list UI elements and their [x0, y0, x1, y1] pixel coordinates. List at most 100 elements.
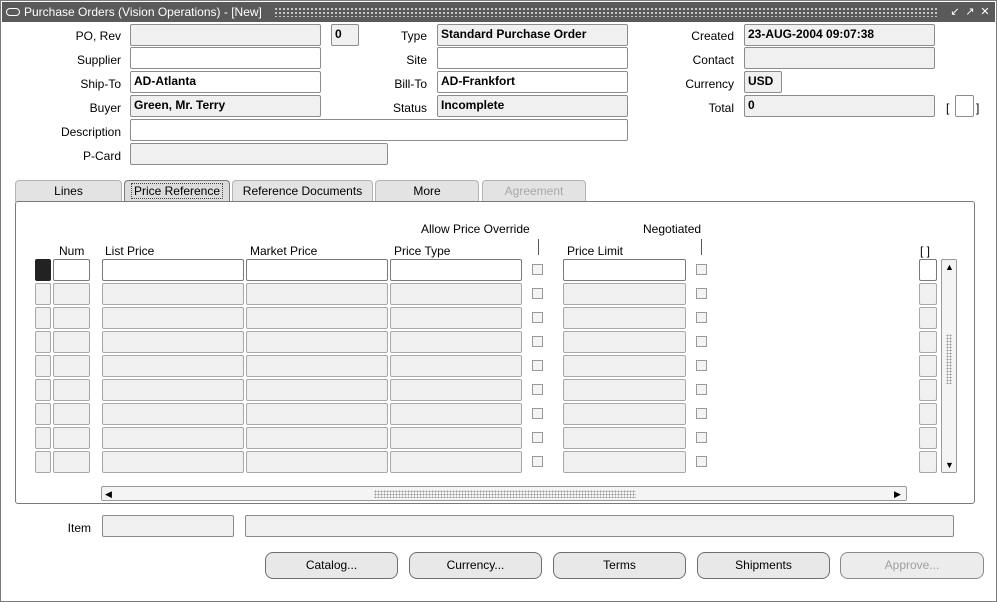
- created-field[interactable]: 23-AUG-2004 09:07:38: [744, 24, 935, 46]
- scroll-down-icon[interactable]: ▼: [945, 460, 954, 470]
- currency-button[interactable]: Currency...: [409, 552, 542, 579]
- market-price-cell[interactable]: [246, 259, 388, 281]
- price-type-cell[interactable]: [390, 355, 522, 377]
- price-limit-cell[interactable]: [563, 427, 686, 449]
- row-selector[interactable]: [35, 427, 51, 449]
- negotiated-checkbox[interactable]: [696, 432, 707, 443]
- tab-more[interactable]: More: [375, 180, 479, 202]
- supplier-field[interactable]: [130, 47, 321, 69]
- type-field[interactable]: Standard Purchase Order: [437, 24, 628, 46]
- price-limit-cell[interactable]: [563, 307, 686, 329]
- price-type-cell[interactable]: [390, 331, 522, 353]
- num-cell[interactable]: [53, 283, 90, 305]
- price-type-cell[interactable]: [390, 451, 522, 473]
- contact-field[interactable]: [744, 47, 935, 69]
- price-limit-cell[interactable]: [563, 403, 686, 425]
- list-price-cell[interactable]: [102, 307, 244, 329]
- row-dff-cell[interactable]: [919, 379, 937, 401]
- num-cell[interactable]: [53, 331, 90, 353]
- scroll-up-icon[interactable]: ▲: [945, 262, 954, 272]
- market-price-cell[interactable]: [246, 283, 388, 305]
- price-limit-cell[interactable]: [563, 331, 686, 353]
- grid-horizontal-scrollbar[interactable]: ◀ ▶: [101, 486, 907, 501]
- bill-to-field[interactable]: AD-Frankfort: [437, 71, 628, 93]
- row-selector[interactable]: [35, 355, 51, 377]
- revision-field[interactable]: 0: [331, 24, 359, 46]
- list-price-cell[interactable]: [102, 403, 244, 425]
- allow-price-override-checkbox[interactable]: [532, 312, 543, 323]
- price-type-cell[interactable]: [390, 403, 522, 425]
- list-price-cell[interactable]: [102, 283, 244, 305]
- row-dff-cell[interactable]: [919, 427, 937, 449]
- title-bar[interactable]: Purchase Orders (Vision Operations) - [N…: [2, 2, 995, 22]
- list-price-cell[interactable]: [102, 331, 244, 353]
- market-price-cell[interactable]: [246, 379, 388, 401]
- row-dff-cell[interactable]: [919, 403, 937, 425]
- negotiated-checkbox[interactable]: [696, 360, 707, 371]
- allow-price-override-checkbox[interactable]: [532, 384, 543, 395]
- item-description-field[interactable]: [245, 515, 954, 537]
- market-price-cell[interactable]: [246, 331, 388, 353]
- minimize-icon[interactable]: ↙: [948, 5, 962, 19]
- list-price-cell[interactable]: [102, 355, 244, 377]
- price-type-cell[interactable]: [390, 427, 522, 449]
- negotiated-checkbox[interactable]: [696, 264, 707, 275]
- catalog-button[interactable]: Catalog...: [265, 552, 398, 579]
- row-selector[interactable]: [35, 451, 51, 473]
- close-icon[interactable]: ✕: [978, 5, 992, 19]
- row-selector[interactable]: [35, 331, 51, 353]
- list-price-cell[interactable]: [102, 259, 244, 281]
- row-dff-cell[interactable]: [919, 451, 937, 473]
- list-price-cell[interactable]: [102, 379, 244, 401]
- item-field[interactable]: [102, 515, 234, 537]
- market-price-cell[interactable]: [246, 427, 388, 449]
- grid-vertical-scrollbar[interactable]: ▲ ▼: [941, 259, 957, 473]
- scroll-right-icon[interactable]: ▶: [894, 489, 901, 499]
- price-type-cell[interactable]: [390, 259, 522, 281]
- list-price-cell[interactable]: [102, 427, 244, 449]
- allow-price-override-checkbox[interactable]: [532, 432, 543, 443]
- scroll-left-icon[interactable]: ◀: [105, 489, 112, 499]
- allow-price-override-checkbox[interactable]: [532, 264, 543, 275]
- allow-price-override-checkbox[interactable]: [532, 456, 543, 467]
- market-price-cell[interactable]: [246, 403, 388, 425]
- allow-price-override-checkbox[interactable]: [532, 408, 543, 419]
- negotiated-checkbox[interactable]: [696, 456, 707, 467]
- price-limit-cell[interactable]: [563, 379, 686, 401]
- maximize-icon[interactable]: ↗: [963, 5, 977, 19]
- buyer-field[interactable]: Green, Mr. Terry: [130, 95, 321, 117]
- price-type-cell[interactable]: [390, 283, 522, 305]
- market-price-cell[interactable]: [246, 307, 388, 329]
- price-type-cell[interactable]: [390, 307, 522, 329]
- status-field[interactable]: Incomplete: [437, 95, 628, 117]
- num-cell[interactable]: [53, 259, 90, 281]
- row-selector[interactable]: [35, 307, 51, 329]
- num-cell[interactable]: [53, 427, 90, 449]
- row-selector[interactable]: [35, 259, 51, 281]
- currency-field[interactable]: USD: [744, 71, 782, 93]
- row-selector[interactable]: [35, 379, 51, 401]
- negotiated-checkbox[interactable]: [696, 384, 707, 395]
- tab-price-reference[interactable]: Price Reference: [124, 180, 230, 202]
- negotiated-checkbox[interactable]: [696, 408, 707, 419]
- negotiated-checkbox[interactable]: [696, 336, 707, 347]
- price-limit-cell[interactable]: [563, 355, 686, 377]
- price-limit-cell[interactable]: [563, 283, 686, 305]
- market-price-cell[interactable]: [246, 451, 388, 473]
- row-dff-cell[interactable]: [919, 355, 937, 377]
- tab-reference-documents[interactable]: Reference Documents: [232, 180, 373, 202]
- window-menu-icon[interactable]: [6, 8, 20, 16]
- header-dff-field[interactable]: [955, 95, 974, 117]
- price-limit-cell[interactable]: [563, 451, 686, 473]
- description-field[interactable]: [130, 119, 628, 141]
- num-cell[interactable]: [53, 379, 90, 401]
- negotiated-checkbox[interactable]: [696, 312, 707, 323]
- ship-to-field[interactable]: AD-Atlanta: [130, 71, 321, 93]
- row-dff-cell[interactable]: [919, 259, 937, 281]
- po-number-field[interactable]: [130, 24, 321, 46]
- row-dff-cell[interactable]: [919, 307, 937, 329]
- price-limit-cell[interactable]: [563, 259, 686, 281]
- hscroll-grip[interactable]: [374, 490, 636, 498]
- tab-lines[interactable]: Lines: [15, 180, 122, 202]
- num-cell[interactable]: [53, 355, 90, 377]
